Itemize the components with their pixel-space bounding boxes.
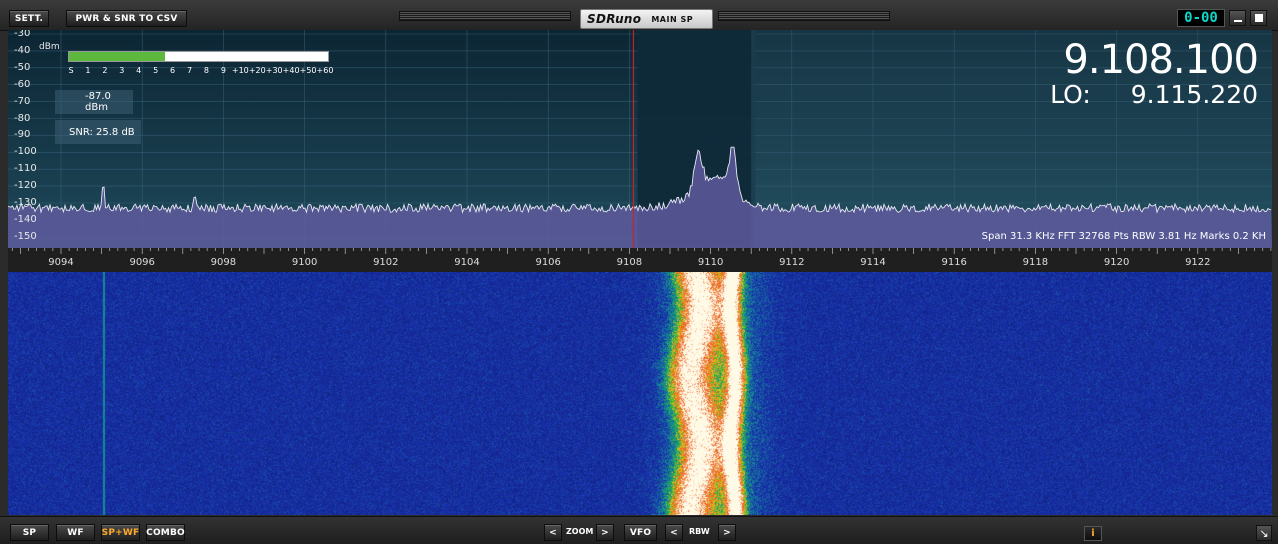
export-csv-button[interactable]: PWR & SNR TO CSV [66,10,187,27]
vfo-frequency[interactable]: 9.108.100 [1063,38,1258,82]
spectrum-display[interactable]: -30 -40 -50 -60 -70 -80 -90 -100 -110 -120 -130 -14… [8,30,1272,248]
resize-handle[interactable]: ↘ [1256,525,1272,541]
title-bar: SETT. PWR & SNR TO CSV SDRuno MAIN SP 0-… [0,0,1278,31]
spectrum-info: Span 31.3 KHz FFT 32768 Pts RBW 3.81 Hz … [982,231,1266,242]
s-meter [68,51,329,62]
s-meter-tick: 6 [170,66,175,75]
y-axis-label: -60 [14,80,30,90]
frequency-label: 9096 [129,257,154,268]
power-readout: -87.0 dBm [55,90,133,114]
frequency-label: 9122 [1185,257,1210,268]
y-axis-label: -100 [14,147,37,157]
y-axis-label: -30 [14,30,30,39]
waterfall-canvas [8,272,1272,515]
frequency-label: 9100 [292,257,317,268]
frequency-label: 9118 [1023,257,1048,268]
y-axis-label: -50 [14,63,30,73]
drag-grip-left[interactable] [399,11,571,21]
zoom-in-button[interactable]: > [596,524,614,541]
y-axis-label: -120 [14,181,37,191]
y-axis-label: -110 [14,164,37,174]
lo-label: LO: [1050,80,1091,109]
s-meter-tick: 5 [153,66,158,75]
app-logo: SDRuno MAIN SP [580,9,713,29]
lo-frequency[interactable]: 9.115.220 [1131,80,1258,109]
s-meter-tick: 3 [119,66,124,75]
s-meter-tick: +40 [283,66,300,75]
minimize-button[interactable] [1229,10,1246,26]
frequency-label: 9094 [48,257,73,268]
vfo-button[interactable]: VFO [624,524,657,541]
frequency-axis[interactable]: 9094 9096 9098 9100 9102 9104 9106 9108 9110 9112… [8,248,1272,272]
clock-display: 0-00 [1177,9,1225,27]
rbw-label: RBW [689,527,710,536]
frequency-label: 9116 [941,257,966,268]
sp-view-button[interactable]: SP [10,524,49,541]
combo-view-button[interactable]: COMBO [146,524,185,541]
s-meter-fill [69,52,165,61]
y-axis-label: -130 [14,198,37,208]
s-meter-tick: +50 [300,66,317,75]
s-meter-tick: S [68,66,73,75]
y-axis-label: -140 [14,215,37,225]
s-meter-tick: 9 [221,66,226,75]
wf-view-button[interactable]: WF [56,524,95,541]
s-meter-tick: 8 [204,66,209,75]
close-button[interactable] [1250,10,1267,26]
frequency-label: 9114 [860,257,885,268]
y-axis-label: -90 [14,130,30,140]
frequency-label: 9104 [454,257,479,268]
s-meter-tick: +20 [249,66,266,75]
rbw-next-button[interactable]: > [718,524,736,541]
frequency-label: 9108 [617,257,642,268]
minimize-icon [1234,20,1242,22]
snr-readout: SNR: 25.8 dB [55,120,141,144]
s-meter-tick: +60 [317,66,334,75]
drag-grip-right[interactable] [718,11,890,21]
frequency-label: 9120 [1104,257,1129,268]
waterfall-display[interactable] [8,272,1272,515]
app-brand: SDRuno [587,12,641,26]
s-meter-tick: +30 [266,66,283,75]
spwf-view-button[interactable]: SP+WF [101,524,140,541]
close-icon [1255,14,1263,22]
s-meter-tick: 2 [102,66,107,75]
resize-icon: ↘ [1259,527,1268,540]
frequency-label: 9102 [373,257,398,268]
frequency-label: 9106 [535,257,560,268]
lo-frequency-row: LO: 9.115.220 [1050,80,1258,110]
s-meter-tick: +10 [232,66,249,75]
frequency-label: 9110 [698,257,723,268]
y-axis-label: -150 [14,232,37,242]
rbw-prev-button[interactable]: < [665,524,683,541]
y-axis-label: -70 [14,97,30,107]
settings-button[interactable]: SETT. [9,10,49,27]
y-axis-label: -80 [14,114,30,124]
info-button[interactable]: i [1084,526,1102,541]
bottom-toolbar: SP WF SP+WF COMBO < ZOOM > VFO < RBW > i… [0,516,1278,544]
y-axis-label: -40 [14,46,30,56]
s-meter-tick: 7 [187,66,192,75]
y-axis-unit: dBm [39,42,60,52]
zoom-label: ZOOM [566,527,593,536]
window-mode: MAIN SP [651,15,693,24]
s-meter-tick: 1 [85,66,90,75]
s-meter-tick: 4 [136,66,141,75]
frequency-label: 9098 [211,257,236,268]
zoom-out-button[interactable]: < [544,524,562,541]
frequency-label: 9112 [779,257,804,268]
